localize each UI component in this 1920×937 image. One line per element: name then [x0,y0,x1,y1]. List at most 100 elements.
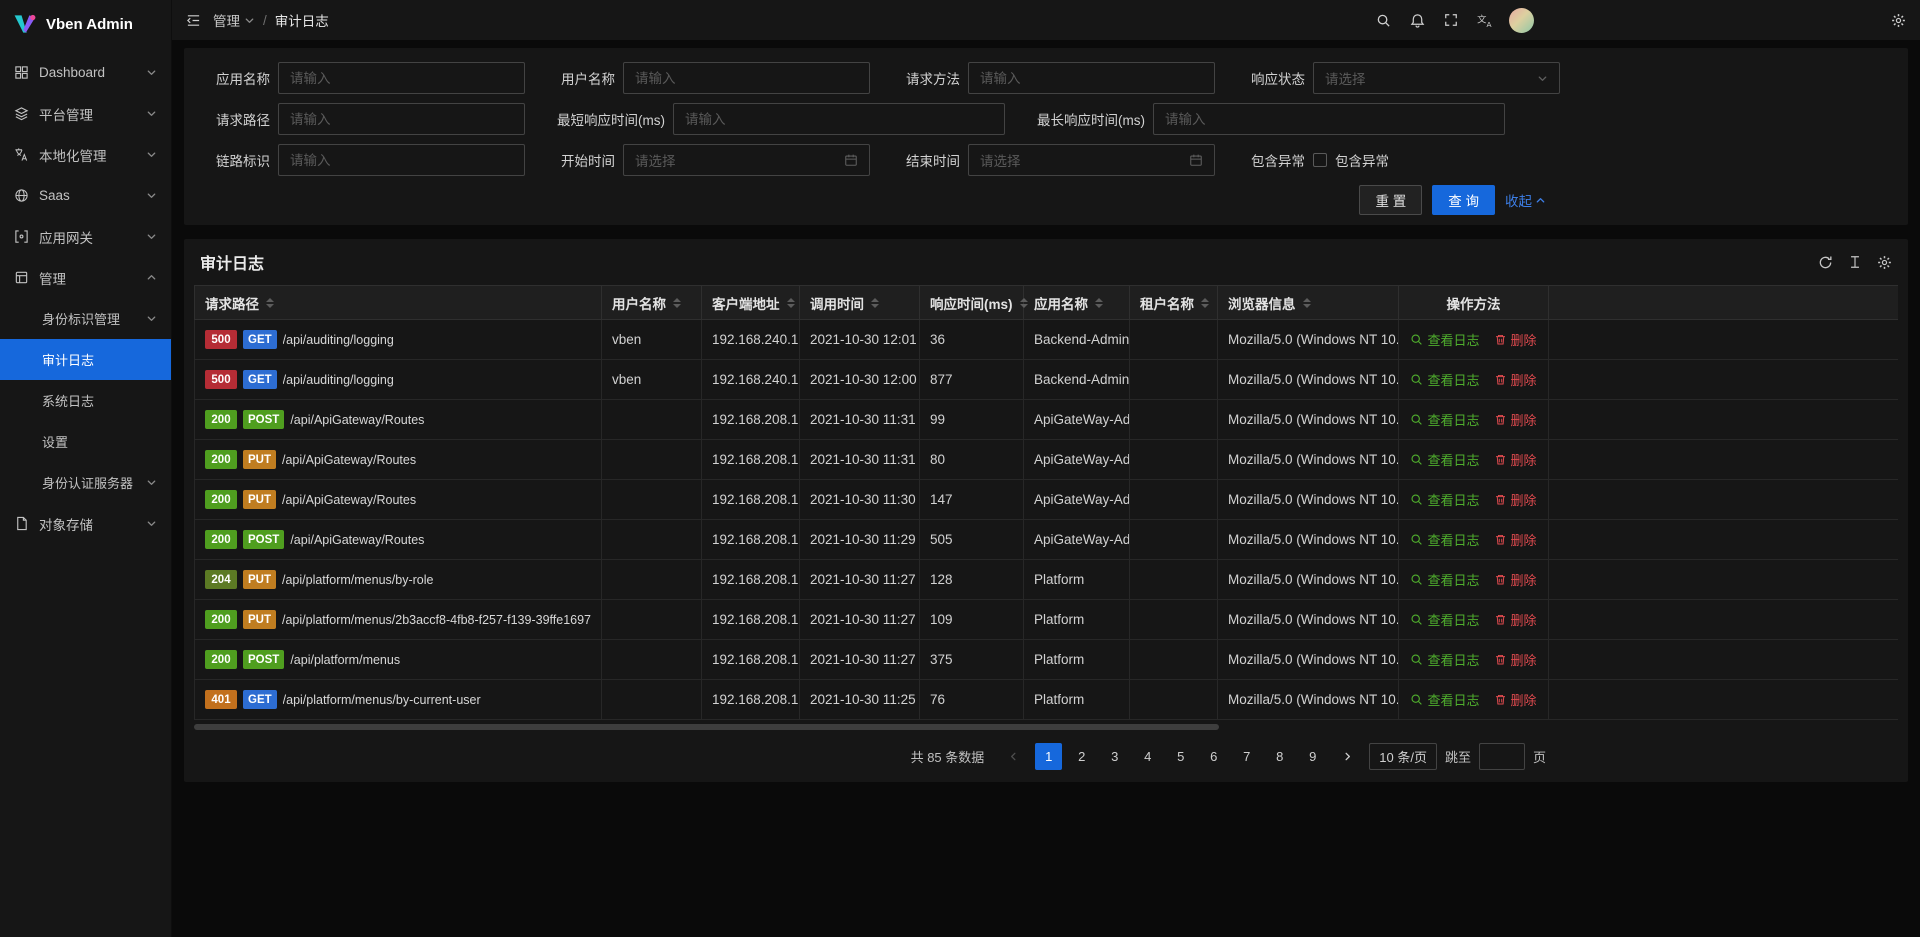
breadcrumb-item-parent[interactable]: 管理 [213,10,255,30]
end_time-picker[interactable]: 请选择 [968,144,1215,176]
sidebar-item-settings[interactable]: 设置 [0,421,171,462]
reset-button[interactable]: 重 置 [1359,185,1422,215]
delete-button[interactable]: 删除 [1494,450,1537,469]
locale-icon[interactable]: 文A [1471,6,1499,34]
logo[interactable]: Vben Admin [0,0,171,48]
has_exception-checkbox[interactable] [1313,153,1327,167]
delete-button[interactable]: 删除 [1494,610,1537,629]
collapse-label: 收起 [1505,190,1532,210]
menu-fold-icon[interactable] [186,13,201,28]
view-log-label: 查看日志 [1427,370,1479,389]
collapse-link[interactable]: 收起 [1505,190,1546,210]
sidebar-item-object-storage[interactable]: 对象存储 [0,503,171,544]
http_method-input[interactable] [968,62,1215,94]
delete-button[interactable]: 删除 [1494,570,1537,589]
view-log-button[interactable]: 查看日志 [1410,570,1479,589]
delete-button[interactable]: 删除 [1494,530,1537,549]
sorter-icon[interactable] [266,298,274,308]
sorter-icon[interactable] [1303,298,1311,308]
column-header-tenant[interactable]: 租户名称 [1130,286,1218,320]
column-header-time[interactable]: 调用时间 [800,286,920,320]
column-header-app[interactable]: 应用名称 [1024,286,1130,320]
scrollbar-thumb[interactable] [194,724,1219,730]
column-header-client[interactable]: 客户端地址 [702,286,800,320]
avatar[interactable] [1509,8,1534,33]
view-log-button[interactable]: 查看日志 [1410,690,1479,709]
view-log-icon [1410,493,1423,506]
column-header-duration[interactable]: 响应时间(ms) [920,286,1024,320]
sidebar-item-gateway[interactable]: 应用网关 [0,216,171,257]
max_time-input[interactable] [1153,103,1505,135]
cell-browser: Mozilla/5.0 (Windows NT 10.0; Win [1218,480,1399,520]
sorter-icon[interactable] [787,298,795,308]
page-size-select[interactable]: 10 条/页 [1369,743,1437,770]
view-log-button[interactable]: 查看日志 [1410,450,1479,469]
refresh-icon[interactable] [1818,255,1833,270]
column-header-user[interactable]: 用户名称 [602,286,702,320]
request_path-input[interactable] [278,103,525,135]
sorter-icon[interactable] [1201,298,1209,308]
column-height-icon[interactable] [1848,255,1862,269]
delete-button[interactable]: 删除 [1494,370,1537,389]
delete-button[interactable]: 删除 [1494,490,1537,509]
view-log-button[interactable]: 查看日志 [1410,370,1479,389]
http_status-select[interactable]: 请选择 [1313,62,1560,94]
view-log-button[interactable]: 查看日志 [1410,330,1479,349]
delete-button[interactable]: 删除 [1494,330,1537,349]
sorter-icon[interactable] [1020,298,1028,308]
page-button-9[interactable]: 9 [1299,743,1326,770]
page-button-6[interactable]: 6 [1200,743,1227,770]
column-header-path[interactable]: 请求路径 [195,286,602,320]
sidebar-item-admin[interactable]: 管理 [0,257,171,298]
column-settings-icon[interactable] [1877,255,1892,270]
cell-client: 192.168.208.1 [702,640,800,680]
user_name-input[interactable] [623,62,870,94]
min_time-input[interactable] [673,103,1005,135]
sidebar-item-identity[interactable]: 身份标识管理 [0,298,171,339]
view-log-button[interactable]: 查看日志 [1410,530,1479,549]
fullscreen-icon[interactable] [1437,6,1465,34]
delete-button[interactable]: 删除 [1494,410,1537,429]
view-log-button[interactable]: 查看日志 [1410,610,1479,629]
app-root: Vben Admin Dashboard平台管理本地化管理Saas应用网关管理身… [0,0,1920,937]
notification-bell-icon[interactable] [1403,6,1431,34]
sidebar-item-localization[interactable]: 本地化管理 [0,134,171,175]
start_time-picker[interactable]: 请选择 [623,144,870,176]
column-header-browser[interactable]: 浏览器信息 [1218,286,1399,320]
page-button-8[interactable]: 8 [1266,743,1293,770]
sorter-icon[interactable] [871,298,879,308]
page-button-3[interactable]: 3 [1101,743,1128,770]
sidebar-item-dashboard[interactable]: Dashboard [0,52,171,93]
sidebar-item-auth-server[interactable]: 身份认证服务器 [0,462,171,503]
page-button-7[interactable]: 7 [1233,743,1260,770]
prev-page-button[interactable] [1000,743,1027,770]
next-page-button[interactable] [1334,743,1361,770]
app_name-input[interactable] [278,62,525,94]
delete-button[interactable]: 删除 [1494,690,1537,709]
sorter-icon[interactable] [673,298,681,308]
sidebar-item-label: 系统日志 [42,391,157,410]
chevron-down-icon [146,67,157,78]
column-header-label: 用户名称 [612,293,666,313]
view-log-button[interactable]: 查看日志 [1410,490,1479,509]
sidebar-item-platform[interactable]: 平台管理 [0,93,171,134]
page-button-2[interactable]: 2 [1068,743,1095,770]
cell-path: 200PUT/api/ApiGateway/Routes [195,480,602,520]
sorter-icon[interactable] [1095,298,1103,308]
jump-page-input[interactable] [1479,743,1525,770]
view-log-button[interactable]: 查看日志 [1410,650,1479,669]
cell-time: 2021-10-30 11:25 [800,680,920,720]
sidebar-item-system-logs[interactable]: 系统日志 [0,380,171,421]
horizontal-scrollbar[interactable] [194,723,1898,731]
view-log-button[interactable]: 查看日志 [1410,410,1479,429]
delete-button[interactable]: 删除 [1494,650,1537,669]
trace_id-input[interactable] [278,144,525,176]
page-button-4[interactable]: 4 [1134,743,1161,770]
page-button-1[interactable]: 1 [1035,743,1062,770]
sidebar-item-saas[interactable]: Saas [0,175,171,216]
page-button-5[interactable]: 5 [1167,743,1194,770]
settings-gear-icon[interactable] [1891,0,1906,40]
search-icon[interactable] [1369,6,1397,34]
sidebar-item-audit-logs[interactable]: 审计日志 [0,339,171,380]
query-button[interactable]: 查 询 [1432,185,1495,215]
